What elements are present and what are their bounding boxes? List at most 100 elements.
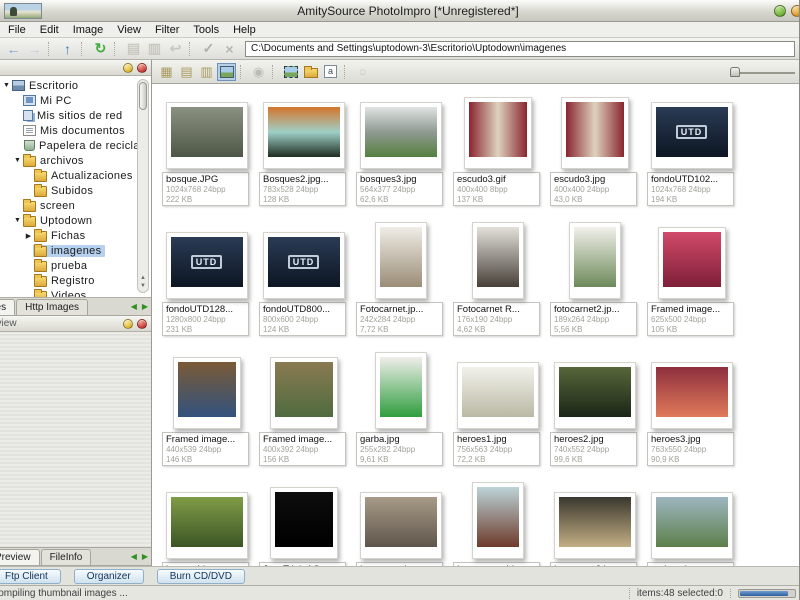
tree-item-mis-documentos[interactable]: Mis documentos [0,123,151,138]
scroll-up-icon[interactable]: ▲ [140,275,146,281]
view-list-button[interactable]: ▤ [177,63,196,81]
thumbnail-heroes2-jpg[interactable]: heroes2.jpg740x552 24bpp99,6 KB [546,347,643,477]
back-button[interactable]: ← [3,40,24,58]
new-folder-button[interactable] [301,63,320,81]
tree-item-papelera-de-reciclaje[interactable]: Papelera de reciclaje [0,138,151,153]
tree-item-uptodown[interactable]: ▼Uptodown [0,213,151,228]
menu-filter[interactable]: Filter [148,23,186,37]
thumbnail-fotocarnet-jp[interactable]: Fotocarnet.jp...242x284 24bpp7,72 KB [352,217,449,347]
tree-expand-icon[interactable]: ▼ [13,157,22,164]
file-dims: 400x400 8bpp [457,185,536,195]
cancel-button[interactable]: × [219,40,240,58]
refresh-button[interactable]: ↻ [90,40,111,58]
panel-collapse-button[interactable] [123,63,133,73]
copy-button[interactable]: ▥ [144,40,165,58]
tree-scrollbar[interactable]: ▲ ▼ [137,79,149,293]
delete-button[interactable]: ○ [353,63,372,81]
thumbnail-fotocarnet2-jp[interactable]: fotocarnet2.jp...189x264 24bpp5,56 KB [546,217,643,347]
thumbnail-garba-jpg[interactable]: garba.jpg255x282 24bpp9,61 KB [352,347,449,477]
select-image-button[interactable] [281,63,300,81]
minimize-button[interactable] [774,5,786,17]
view-tiles-button[interactable]: ▥ [197,63,216,81]
tab-scroll-right-icon[interactable]: ▶ [142,302,148,311]
tree-expand-icon[interactable]: ▼ [13,217,22,224]
tree-item-subidos[interactable]: Subidos [0,183,151,198]
thumbnail-fondoutd102[interactable]: UTDfondoUTD102...1024x768 24bpp194 KB [643,87,740,217]
thumbnail-fondoutd800[interactable]: UTDfondoUTD800...800x600 24bpp124 KB [255,217,352,347]
thumbnail-josetripleao[interactable]: JoseTripleAO... [255,477,352,566]
file-dims: 440x539 24bpp [166,445,245,455]
menu-edit[interactable]: Edit [33,23,66,37]
apply-button[interactable]: ✓ [198,40,219,58]
tree-item-imagenes[interactable]: imagenes [0,243,151,258]
title-bar[interactable]: AmitySource PhotoImpro [*Unregistered*] [0,0,800,22]
tree-item-screen[interactable]: screen [0,198,151,213]
tab-files[interactable]: Files [0,299,15,315]
file-size: 90,9 KB [651,455,730,465]
rename-button[interactable]: a [321,63,340,81]
zoom-slider-handle[interactable] [730,67,740,77]
thumbnail-heroes4-jpg[interactable]: heroes4.jpg [158,477,255,566]
view-thumbnails-button[interactable]: ▦ [157,63,176,81]
tab-scroll-left-icon[interactable]: ◀ [131,302,137,311]
organizer-button[interactable]: Organizer [74,569,144,584]
tree-item-registro[interactable]: Registro [0,273,151,288]
tree-item-fichas[interactable]: ▶Fichas [0,228,151,243]
address-bar[interactable]: C:\Documents and Settings\uptodown-3\Esc… [245,41,795,57]
thumbnail-label: heroes3.jpg763x550 24bpp90,9 KB [647,432,734,466]
tree-expand-icon[interactable]: ▼ [2,82,11,89]
tab-preview[interactable]: Preview [0,549,40,565]
tab-fileinfo[interactable]: FileInfo [41,549,92,565]
thumbnail-bosque-jpg[interactable]: bosque.JPG1024x768 24bpp222 KB [158,87,255,217]
thumbnail-heroes3-jpg[interactable]: heroes3.jpg763x550 24bpp90,9 KB [643,347,740,477]
acquire-button[interactable]: ▤ [123,40,144,58]
undo-button[interactable]: ↩ [165,40,186,58]
menu-file[interactable]: File [1,23,33,37]
scroll-down-icon[interactable]: ▼ [140,283,146,289]
slideshow-button[interactable]: ◉ [249,63,268,81]
forward-button[interactable]: → [24,40,45,58]
up-button[interactable]: ↑ [57,40,78,58]
menu-view[interactable]: View [110,23,148,37]
tree-expand-icon[interactable]: ▶ [24,232,33,240]
thumbnail-los-otros-4-j[interactable]: Los_otros_4.j... [449,477,546,566]
thumbnail-fondoutd128[interactable]: UTDfondoUTD128...1280x800 24bpp231 KB [158,217,255,347]
tree-item-mis-sitios-de-red[interactable]: Mis sitios de red [0,108,151,123]
tree-item-prueba[interactable]: prueba [0,258,151,273]
thumbnail-fotocarnet-r[interactable]: Fotocarnet R...176x190 24bpp4,62 KB [449,217,546,347]
thumbnail-framed-image[interactable]: Framed image...625x500 24bpp105 KB [643,217,740,347]
panel-close-button[interactable] [137,63,147,73]
tab-scroll-right-icon[interactable]: ▶ [142,552,148,561]
tab-http-images[interactable]: Http Images [16,299,88,315]
tab-scroll-left-icon[interactable]: ◀ [131,552,137,561]
thumbnail-malaga-jpg[interactable]: malaga.jpg [643,477,740,566]
thumbnail-escudo3-gif[interactable]: escudo3.gif400x400 8bpp137 KB [449,87,546,217]
thumbnail-los-otros-jpg[interactable]: Los_otros.jpg [352,477,449,566]
menu-image[interactable]: Image [66,23,111,37]
toolbar-separator [48,42,54,56]
preview-close-button[interactable] [137,319,147,329]
tool-launcher-bar: Ftp Client Organizer Burn CD/DVD [0,566,800,585]
zoom-slider[interactable] [733,72,795,74]
tree-item-archivos[interactable]: ▼archivos [0,153,151,168]
menu-help[interactable]: Help [226,23,263,37]
preview-collapse-button[interactable] [123,319,133,329]
tree-scrollbar-thumb[interactable] [139,82,147,110]
tree-item-escritorio[interactable]: ▼Escritorio [0,78,151,93]
thumbnail-bosques2-jpg[interactable]: Bosques2.jpg...783x528 24bpp128 KB [255,87,352,217]
thumbnail-bosques3-jpg[interactable]: bosques3.jpg564x377 24bpp62,6 KB [352,87,449,217]
thumbnail-escudo3-jpg[interactable]: escudo3.jpg400x400 24bpp43,0 KB [546,87,643,217]
tree-item-videos[interactable]: Videos [0,288,151,298]
thumbnail-framed-image[interactable]: Framed image...440x539 24bpp146 KB [158,347,255,477]
close-button[interactable] [791,5,800,17]
thumbnail-los-otros2-jp[interactable]: Los_otros2.jp... [546,477,643,566]
thumbnail-framed-image[interactable]: Framed image...400x392 24bpp156 KB [255,347,352,477]
ftp-client-button[interactable]: Ftp Client [0,569,61,584]
preview-panel-header: Preview [0,316,151,332]
view-preview-button[interactable] [217,63,236,81]
burn-cd-dvd-button[interactable]: Burn CD/DVD [157,569,245,584]
tree-item-actualizaciones[interactable]: Actualizaciones [0,168,151,183]
menu-tools[interactable]: Tools [186,23,226,37]
tree-item-mi-pc[interactable]: Mi PC [0,93,151,108]
thumbnail-heroes1-jpg[interactable]: heroes1.jpg756x563 24bpp72,2 KB [449,347,546,477]
